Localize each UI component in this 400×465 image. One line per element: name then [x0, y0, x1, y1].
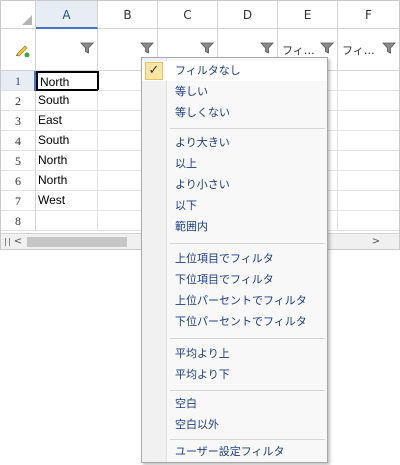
row-header-7[interactable]: 7: [1, 191, 36, 211]
filter-funnel-icon[interactable]: [140, 41, 154, 55]
filter-funnel-icon[interactable]: [200, 41, 214, 55]
check-icon: ✓: [145, 62, 163, 80]
filter-condition-menu: ✓ フィルタなし 等しい 等しくない より大きい 以上 より小さい 以下 範囲内…: [141, 57, 328, 463]
menu-item-label: 空白: [175, 397, 197, 410]
row-header-4[interactable]: 4: [1, 131, 36, 151]
split-handle-icon[interactable]: [5, 238, 10, 246]
filter-funnel-icon[interactable]: [80, 41, 94, 55]
select-all-triangle-icon: [22, 15, 32, 25]
row-header-8[interactable]: 8: [1, 211, 36, 231]
menu-item-label: 下位項目でフィルタ: [175, 273, 274, 286]
menu-item-not-equals[interactable]: 等しくない: [142, 103, 327, 123]
filter-text-e: フィ…: [282, 44, 315, 57]
filter-row-header: [1, 29, 36, 71]
menu-item-label: 以上: [175, 157, 197, 170]
cell-f2[interactable]: [338, 91, 399, 111]
cell-f6[interactable]: [338, 171, 399, 191]
menu-separator: [170, 338, 325, 339]
cell-f8[interactable]: [338, 211, 399, 231]
cell-a8[interactable]: [36, 211, 98, 231]
menu-item-label: より小さい: [175, 178, 230, 191]
filter-edit-icon[interactable]: [15, 43, 31, 57]
menu-separator: [170, 243, 325, 244]
menu-item-less-than[interactable]: より小さい: [142, 175, 327, 195]
cell-a6[interactable]: North: [36, 171, 98, 191]
menu-item-label: 上位パーセントでフィルタ: [175, 294, 307, 307]
scroll-left-arrow-icon[interactable]: <: [11, 234, 25, 249]
menu-item-label: 等しくない: [175, 106, 230, 119]
select-all-corner[interactable]: [1, 1, 36, 29]
row-header-1[interactable]: 1: [1, 71, 36, 91]
column-header-c[interactable]: C: [158, 1, 218, 29]
row-header-6[interactable]: 6: [1, 171, 36, 191]
menu-item-label: 範囲内: [175, 220, 208, 233]
menu-item-blanks[interactable]: 空白: [142, 394, 327, 414]
menu-item-less-or-equal[interactable]: 以下: [142, 196, 327, 216]
menu-item-between[interactable]: 範囲内: [142, 217, 327, 237]
cell-a3[interactable]: East: [36, 111, 98, 131]
row-header-5[interactable]: 5: [1, 151, 36, 171]
cell-f1[interactable]: [338, 71, 399, 91]
menu-separator: [170, 439, 325, 440]
menu-item-no-filter[interactable]: ✓ フィルタなし: [142, 61, 327, 81]
scroll-right-arrow-icon[interactable]: >: [369, 234, 383, 249]
cell-a4[interactable]: South: [36, 131, 98, 151]
menu-item-above-average[interactable]: 平均より上: [142, 344, 327, 364]
menu-item-bottom-items[interactable]: 下位項目でフィルタ: [142, 270, 327, 290]
row-header-2[interactable]: 2: [1, 91, 36, 111]
cell-a2[interactable]: South: [36, 91, 98, 111]
cell-f5[interactable]: [338, 151, 399, 171]
menu-item-non-blanks[interactable]: 空白以外: [142, 415, 327, 435]
menu-item-greater-or-equal[interactable]: 以上: [142, 154, 327, 174]
menu-item-label: 上位項目でフィルタ: [175, 252, 274, 265]
column-header-d[interactable]: D: [218, 1, 278, 29]
column-header-f[interactable]: F: [338, 1, 399, 29]
menu-item-top-items[interactable]: 上位項目でフィルタ: [142, 249, 327, 269]
menu-item-label: 下位パーセントでフィルタ: [175, 315, 307, 328]
column-header-e[interactable]: E: [278, 1, 338, 29]
scrollbar-thumb[interactable]: [27, 237, 127, 247]
menu-item-equals[interactable]: 等しい: [142, 82, 327, 102]
menu-item-label: 等しい: [175, 85, 208, 98]
filter-funnel-icon[interactable]: [382, 41, 396, 55]
filter-funnel-icon[interactable]: [260, 41, 274, 55]
cell-f4[interactable]: [338, 131, 399, 151]
menu-separator: [170, 390, 325, 391]
cell-a1[interactable]: North: [36, 71, 99, 91]
filter-cell-a[interactable]: [36, 29, 98, 71]
menu-item-bottom-percent[interactable]: 下位パーセントでフィルタ: [142, 312, 327, 332]
cell-f7[interactable]: [338, 191, 399, 211]
menu-separator: [170, 128, 325, 129]
menu-item-below-average[interactable]: 平均より下: [142, 365, 327, 385]
menu-item-custom-filter[interactable]: ユーザー設定フィルタ: [142, 442, 327, 462]
menu-item-label: 平均より上: [175, 347, 230, 360]
column-header-b[interactable]: B: [98, 1, 158, 29]
menu-item-label: 空白以外: [175, 418, 219, 431]
menu-item-label: ユーザー設定フィルタ: [175, 445, 285, 458]
menu-item-top-percent[interactable]: 上位パーセントでフィルタ: [142, 291, 327, 311]
cell-a7[interactable]: West: [36, 191, 98, 211]
filter-text-f: フィ…: [342, 44, 375, 57]
menu-item-label: 以下: [175, 199, 197, 212]
column-header-a[interactable]: A: [36, 1, 98, 29]
menu-item-greater-than[interactable]: より大きい: [142, 133, 327, 153]
cell-f3[interactable]: [338, 111, 399, 131]
menu-item-label: 平均より下: [175, 368, 230, 381]
menu-item-label: より大きい: [175, 136, 230, 149]
menu-item-label: フィルタなし: [175, 64, 241, 77]
filter-funnel-icon[interactable]: [320, 41, 334, 55]
filter-cell-f[interactable]: フィ…: [338, 29, 399, 71]
cell-a5[interactable]: North: [36, 151, 98, 171]
row-header-3[interactable]: 3: [1, 111, 36, 131]
